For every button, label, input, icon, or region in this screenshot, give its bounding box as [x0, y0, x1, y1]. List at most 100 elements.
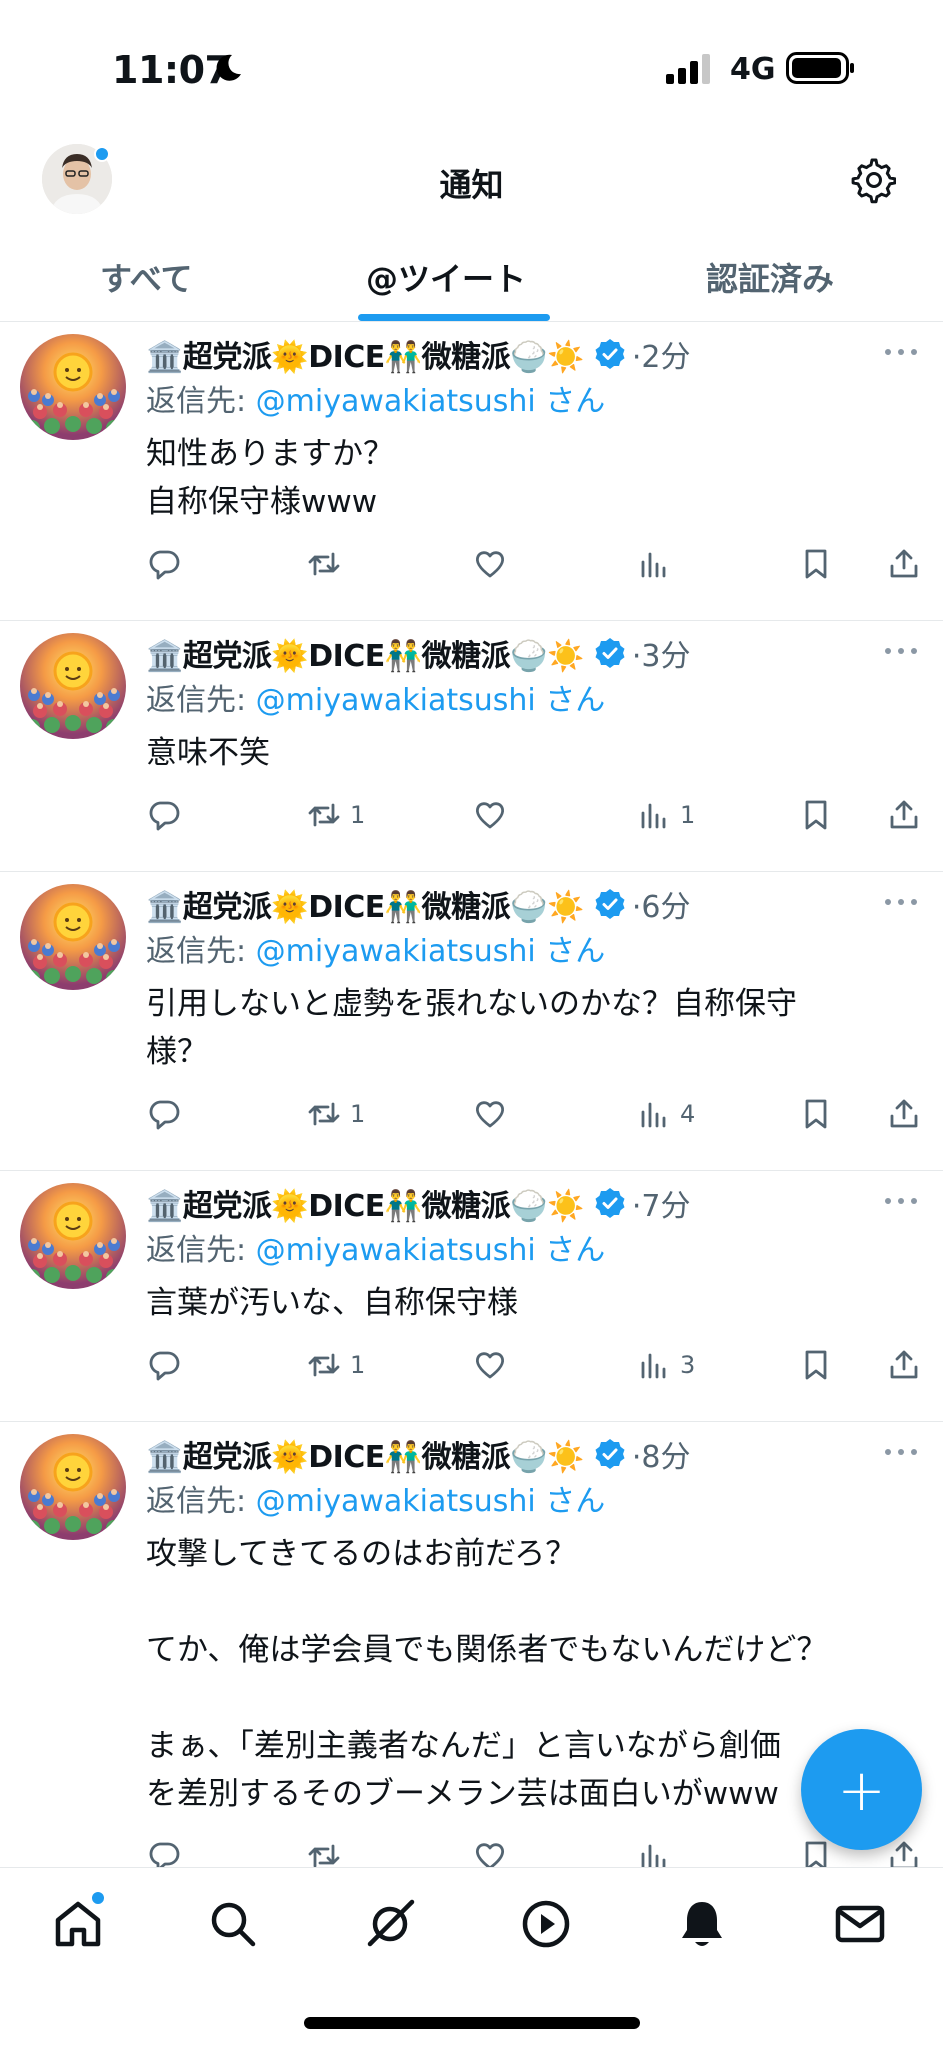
like-button[interactable] [472, 544, 508, 584]
notifications-icon [682, 1902, 722, 1946]
retweet-button[interactable] [306, 544, 350, 584]
tweet[interactable]: 🏛️超党派🌞DICE👬微糖派🍚☀️ ·2分 返信先: @miyawakiatsu… [0, 322, 943, 621]
reply-handle[interactable]: @miyawakiatsushi [256, 1233, 536, 1268]
reply-button[interactable] [146, 1345, 182, 1385]
retweet-icon [308, 1844, 340, 1867]
author-name[interactable]: 🏛️超党派🌞DICE👬微糖派🍚☀️ [146, 1432, 584, 1476]
reply-handle[interactable]: @miyawakiatsushi [256, 683, 536, 718]
tweet-header: 🏛️超党派🌞DICE👬微糖派🍚☀️ ·6分 [146, 880, 923, 928]
reply-handle[interactable]: @miyawakiatsushi [256, 1484, 536, 1519]
bookmark-button[interactable] [798, 795, 834, 835]
retweet-button[interactable] [306, 1836, 350, 1867]
reply-to-line: 返信先: @miyawakiatsushi さん [146, 1227, 923, 1275]
retweet-icon [308, 1102, 340, 1126]
tweet-avatar[interactable] [20, 1183, 126, 1289]
tweet-time[interactable]: ·6分 [632, 882, 691, 926]
reply-handle[interactable]: @miyawakiatsushi [256, 384, 536, 419]
compose-tweet-button[interactable]: + [801, 1729, 922, 1850]
views-button[interactable] [636, 1836, 680, 1867]
author-name[interactable]: 🏛️超党派🌞DICE👬微糖派🍚☀️ [146, 1181, 584, 1225]
tweet-avatar[interactable] [20, 633, 126, 739]
author-name[interactable]: 🏛️超党派🌞DICE👬微糖派🍚☀️ [146, 332, 584, 376]
share-button[interactable] [886, 544, 922, 584]
reply-to-line: 返信先: @miyawakiatsushi さん [146, 677, 923, 725]
nav-video[interactable] [516, 1894, 576, 1954]
tweet-actions: 1 1 [146, 795, 923, 845]
tweet-time[interactable]: ·3分 [632, 631, 691, 675]
tab-mentions[interactable]: @ツイート [366, 254, 526, 300]
share-button[interactable] [886, 1345, 922, 1385]
tweet-actions [146, 544, 923, 594]
retweet-button[interactable]: 1 [306, 1094, 365, 1134]
retweet-icon [308, 1353, 340, 1377]
nav-messages[interactable] [830, 1894, 890, 1954]
search-icon [211, 1902, 256, 1947]
tweet-time[interactable]: ·2分 [632, 332, 691, 376]
sun-crowd-avatar-icon [20, 884, 126, 990]
author-name[interactable]: 🏛️超党派🌞DICE👬微糖派🍚☀️ [146, 882, 584, 926]
bookmark-button[interactable] [798, 544, 834, 584]
reply-to-line: 返信先: @miyawakiatsushi さん [146, 378, 923, 426]
share-button[interactable] [886, 795, 922, 835]
notification-feed[interactable]: 🏛️超党派🌞DICE👬微糖派🍚☀️ ·2分 返信先: @miyawakiatsu… [0, 322, 943, 1867]
author-name[interactable]: 🏛️超党派🌞DICE👬微糖派🍚☀️ [146, 631, 584, 675]
tweet-avatar[interactable] [20, 1434, 126, 1540]
tweet-time[interactable]: ·8分 [632, 1432, 691, 1476]
more-options-icon[interactable] [883, 645, 919, 657]
gear-icon[interactable] [848, 156, 896, 204]
tweet[interactable]: 🏛️超党派🌞DICE👬微糖派🍚☀️ ·7分 返信先: @miyawakiatsu… [0, 1171, 943, 1422]
views-button[interactable]: 3 [636, 1345, 695, 1385]
tweet-time[interactable]: ·7分 [632, 1181, 691, 1225]
reply-suffix: さん [535, 1233, 606, 1268]
reply-button[interactable] [146, 795, 182, 835]
tweet-header: 🏛️超党派🌞DICE👬微糖派🍚☀️ ·2分 [146, 330, 923, 378]
reply-button[interactable] [146, 1836, 182, 1867]
views-button[interactable]: 4 [636, 1094, 695, 1134]
share-button[interactable] [886, 1094, 922, 1134]
nav-search[interactable] [203, 1894, 263, 1954]
tab-verified[interactable]: 認証済み [706, 254, 834, 300]
nav-notifications[interactable] [672, 1894, 732, 1954]
reply-button[interactable] [146, 544, 182, 584]
tweet-avatar[interactable] [20, 334, 126, 440]
reply-suffix: さん [535, 1484, 606, 1519]
views-button[interactable] [636, 544, 680, 584]
reply-to-line: 返信先: @miyawakiatsushi さん [146, 928, 923, 976]
reply-icon [149, 1100, 180, 1130]
like-button[interactable] [472, 1094, 508, 1134]
reply-suffix: さん [535, 683, 606, 718]
like-button[interactable] [472, 795, 508, 835]
tweet-header: 🏛️超党派🌞DICE👬微糖派🍚☀️ ·8分 [146, 1430, 923, 1478]
more-options-icon[interactable] [883, 1195, 919, 1207]
heart-icon [475, 1352, 505, 1379]
reply-prefix: 返信先: [146, 1233, 256, 1268]
tweet-text: 引用しないと虚勢を張れないのかな？自称保守 様？ [146, 986, 797, 1070]
tweet[interactable]: 🏛️超党派🌞DICE👬微糖派🍚☀️ ·3分 返信先: @miyawakiatsu… [0, 621, 943, 872]
retweet-button[interactable]: 1 [306, 795, 365, 835]
bookmark-icon [805, 549, 827, 579]
reply-handle[interactable]: @miyawakiatsushi [256, 934, 536, 969]
like-button[interactable] [472, 1345, 508, 1385]
views-button[interactable]: 1 [636, 795, 695, 835]
tweet[interactable]: 🏛️超党派🌞DICE👬微糖派🍚☀️ ·6分 返信先: @miyawakiatsu… [0, 872, 943, 1171]
tweet-avatar[interactable] [20, 884, 126, 990]
bookmark-button[interactable] [798, 1345, 834, 1385]
nav-grok[interactable] [360, 1894, 420, 1954]
views-icon [641, 1353, 666, 1379]
network-type: 4G [730, 52, 776, 87]
home-unread-dot [90, 1890, 106, 1906]
like-button[interactable] [472, 1836, 508, 1867]
plus-icon: + [837, 1755, 886, 1824]
retweet-button[interactable]: 1 [306, 1345, 365, 1385]
share-icon [890, 549, 918, 578]
more-options-icon[interactable] [883, 1446, 919, 1458]
retweet-icon [308, 803, 340, 827]
tweet-text: 意味不笑 [146, 735, 270, 771]
more-options-icon[interactable] [883, 346, 919, 358]
more-options-icon[interactable] [883, 896, 919, 908]
verified-badge-icon [595, 889, 625, 919]
reply-button[interactable] [146, 1094, 182, 1134]
bookmark-button[interactable] [798, 1094, 834, 1134]
bookmark-icon [805, 1350, 827, 1380]
tab-all[interactable]: すべて [100, 254, 192, 300]
